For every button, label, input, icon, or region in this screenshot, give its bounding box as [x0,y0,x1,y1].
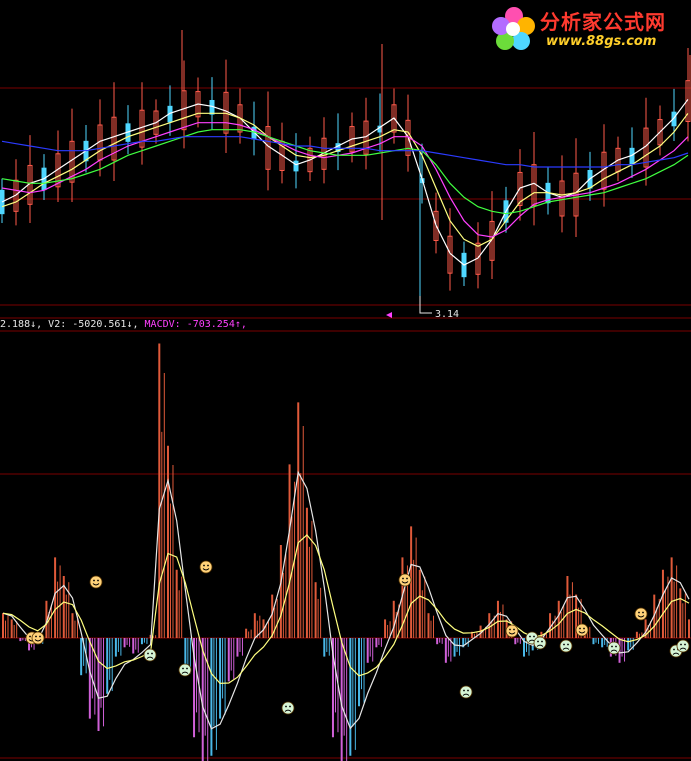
face-eye [39,635,41,638]
frown-icon [281,701,295,715]
face-eye [615,645,617,648]
face-eye [529,635,531,638]
frown-icon [178,663,192,677]
face-eye [638,611,640,614]
face-eye [579,627,581,630]
moving-average-line-4 [1,136,689,168]
readout-sep: , [240,319,247,330]
face-eye [611,645,613,648]
face-eye [402,577,404,580]
face-eye [567,643,569,646]
face-eye [680,643,682,646]
face-eye [203,564,205,567]
readout-sep: , [36,319,49,330]
moving-average-line-1 [1,112,689,247]
readout-macdv-label: MACDV: [144,319,187,330]
smile-icon [31,631,45,645]
macd-line-white [2,470,690,730]
face-eye [583,627,585,630]
face-eye [93,579,95,582]
smile-icon [199,560,213,574]
frown-icon [607,641,621,655]
face-eye [642,611,644,614]
face-eye [467,689,469,692]
face-eye [289,705,291,708]
face-eye [513,628,515,631]
flower-logo-icon [492,7,535,50]
logo-title: 分析家公式网 [540,10,666,34]
face-eye [182,667,184,670]
face-eye [29,635,31,638]
face-eye [186,667,188,670]
face-eye [406,577,408,580]
readout-item1: 2.188↓ [0,319,37,330]
frown-icon [676,639,690,653]
face-eye [509,628,511,631]
stock-chart: 3.14 [0,30,691,761]
face-eye [563,643,565,646]
brand-logo: 分析家公式网 www.88gs.com [490,4,690,54]
face-eye [673,648,675,651]
smile-icon [89,575,103,589]
face-eye [463,689,465,692]
frown-icon [533,636,547,650]
smile-icon [634,607,648,621]
readout-macdv-value: -703.254↑ [186,319,241,330]
frown-icon [559,639,573,653]
macd-line-yellow [2,534,690,685]
face-eye [35,635,37,638]
moving-average-line-0 [1,98,689,266]
candle-body [293,160,299,172]
smile-icon [505,624,519,638]
readout-v2-value: -5020.561↓ [72,319,133,330]
frown-icon [143,648,157,662]
face-eye [147,652,149,655]
face-eye [285,705,287,708]
face-eye [151,652,153,655]
face-eye [533,635,535,638]
readout-sep: , [132,319,145,330]
readout-v2-label: V2: [48,319,73,330]
smile-icon [398,573,412,587]
frown-icon [459,685,473,699]
face-eye [97,579,99,582]
low-marker-label: 3.14 [435,309,459,320]
marker-arrow-icon [386,312,392,318]
face-eye [541,640,543,643]
face-eye [537,640,539,643]
logo-url: www.88gs.com [546,34,657,49]
face-eye [207,564,209,567]
indicator-readout: 2.188↓, V2: -5020.561↓, MACDV: -703.254↑… [0,319,247,331]
face-eye [684,643,686,646]
smile-icon [575,623,589,637]
